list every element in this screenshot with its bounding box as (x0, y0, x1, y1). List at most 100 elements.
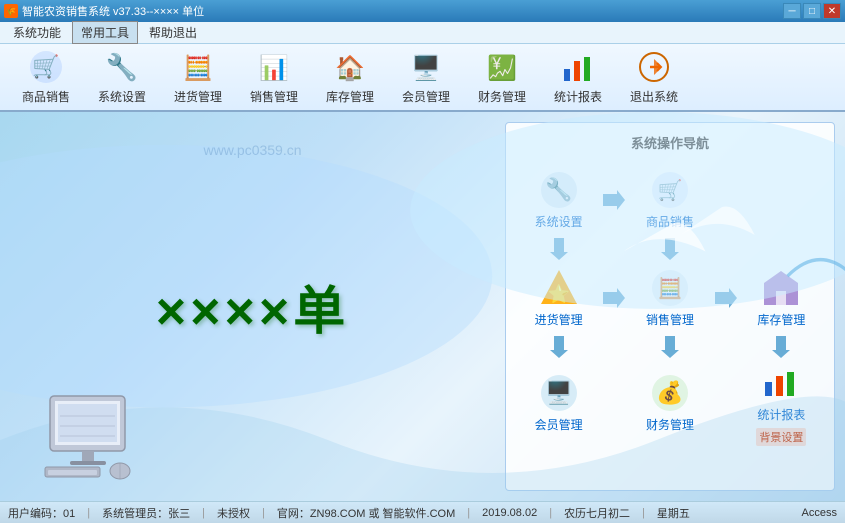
toolbar-btn-exit-label: 退出系统 (630, 88, 678, 105)
toolbar-btn-report[interactable]: 统计报表 (542, 48, 614, 106)
toolbar-btn-finance-label: 财务管理 (478, 88, 526, 105)
nav-panel-title: 系统操作导航 (512, 129, 828, 160)
nav-item-product-sales-label: 商品销售 (646, 213, 694, 230)
minimize-button[interactable]: ─ (783, 3, 801, 19)
title-bar: 🌾 智能农资销售系统 v37.33--×××× 单位 ─ □ ✕ (0, 0, 845, 22)
watermark: www.pc0359.cn (203, 142, 301, 158)
toolbar-btn-member-label: 会员管理 (402, 88, 450, 105)
toolbar: 🛒 商品销售 🔧 系统设置 🧮 进货管理 📊 销售管理 (0, 44, 845, 112)
status-userid: 用户编码：01 (8, 505, 75, 521)
toolbar-btn-finance[interactable]: 💹 财务管理 (466, 48, 538, 106)
svg-text:🖥️: 🖥️ (411, 54, 441, 82)
toolbar-btn-exit[interactable]: 退出系统 (618, 48, 690, 106)
status-date: 2019.08.02 (482, 507, 537, 519)
svg-text:🧮: 🧮 (183, 54, 213, 82)
nav-item-finance-label: 财务管理 (646, 416, 694, 433)
arrow-down-1 (516, 238, 601, 260)
arrow-down-5 (739, 336, 824, 358)
bg-settings-label: 背景设置 (756, 428, 806, 446)
toolbar-btn-settings[interactable]: 🔧 系统设置 (86, 48, 158, 106)
nav-item-report-label: 统计报表 (757, 406, 805, 423)
finance-icon: 💹 (484, 49, 520, 85)
main-area: www.pc0359.cn ××××单 (0, 112, 845, 501)
status-official: 官网：ZN98.COM 或 智能软件.COM (277, 505, 455, 521)
nav-item-finance[interactable]: 💰 财务管理 (627, 367, 712, 439)
toolbar-btn-inventory[interactable]: 🏠 库存管理 (314, 48, 386, 106)
title-bar-left: 🌾 智能农资销售系统 v37.33--×××× 单位 (4, 3, 204, 19)
nav-item-inventory[interactable]: 库存管理 (739, 262, 824, 334)
status-lunar: 农历七月初二 (564, 505, 630, 521)
nav-item-member[interactable]: 🖥️ 会员管理 (516, 367, 601, 439)
toolbar-btn-salesm[interactable]: 📊 销售管理 (238, 48, 310, 106)
svg-text:🏠: 🏠 (335, 55, 365, 82)
nav-item-member-label: 会员管理 (535, 416, 583, 433)
menu-bar: 系统功能 常用工具 帮助退出 (0, 22, 845, 44)
nav-item-inventory-label: 库存管理 (757, 311, 805, 328)
status-auth: 未授权 (217, 505, 250, 521)
toolbar-btn-sales-label: 商品销售 (22, 88, 70, 105)
exit-icon (636, 49, 672, 85)
inventory-nav-icon (761, 268, 801, 308)
title-text: 智能农资销售系统 v37.33--×××× 单位 (22, 3, 204, 19)
status-username: 系统管理员：张三 (102, 505, 190, 521)
svg-text:⭐: ⭐ (547, 283, 569, 304)
toolbar-btn-report-label: 统计报表 (554, 88, 602, 105)
nav-item-settings-label: 系统设置 (535, 213, 583, 230)
maximize-button[interactable]: □ (803, 3, 821, 19)
bg-settings-button[interactable]: 背景设置 (756, 428, 806, 446)
arrow-right-3 (715, 288, 737, 308)
nav-item-purchase[interactable]: ⭐ 进货管理 (516, 262, 601, 334)
menu-item-help[interactable]: 帮助退出 (140, 21, 206, 44)
status-weekday: 星期五 (657, 505, 690, 521)
nav-panel: 系统操作导航 🔧 系统设置 (505, 122, 835, 491)
arrow-right-2 (603, 288, 625, 308)
nav-item-sales-mgmt[interactable]: 🧮 销售管理 (627, 262, 712, 334)
app-icon: 🌾 (4, 4, 18, 18)
svg-text:🛒: 🛒 (32, 54, 59, 79)
report-icon (560, 49, 596, 85)
toolbar-btn-purchase-label: 进货管理 (174, 88, 222, 105)
sales-mgmt-nav-icon: 🧮 (650, 268, 690, 308)
inventory-icon: 🏠 (332, 49, 368, 85)
svg-text:💰: 💰 (656, 380, 683, 406)
left-panel: www.pc0359.cn ××××单 (0, 112, 505, 501)
close-button[interactable]: ✕ (823, 3, 841, 19)
arrow-down-3 (516, 336, 601, 358)
svg-text:🧮: 🧮 (658, 276, 683, 300)
status-dbtype: Access (802, 507, 837, 519)
member-icon: 🖥️ (408, 49, 444, 85)
cart-icon: 🛒 (28, 49, 64, 85)
toolbar-btn-inventory-label: 库存管理 (326, 88, 374, 105)
nav-item-product-sales[interactable]: 🛒 商品销售 (627, 164, 712, 236)
nav-item-sales-mgmt-label: 销售管理 (646, 311, 694, 328)
nav-item-settings[interactable]: 🔧 系统设置 (516, 164, 601, 236)
toolbar-btn-sales[interactable]: 🛒 商品销售 (10, 48, 82, 106)
arrow-down-2 (627, 238, 712, 260)
svg-text:🔧: 🔧 (106, 51, 138, 82)
status-bar: 用户编码：01 | 系统管理员：张三 | 未授权 | 官网：ZN98.COM 或… (0, 501, 845, 523)
svg-text:🔧: 🔧 (545, 176, 572, 202)
main-big-text: ××××单 (156, 269, 349, 344)
svg-text:📊: 📊 (259, 54, 289, 82)
toolbar-btn-purchase[interactable]: 🧮 进货管理 (162, 48, 234, 106)
salesm-icon: 📊 (256, 49, 292, 85)
menu-item-tools[interactable]: 常用工具 (72, 21, 138, 44)
arrow-right-1 (603, 190, 625, 210)
arrow-down-4 (627, 336, 712, 358)
title-controls[interactable]: ─ □ ✕ (783, 3, 841, 19)
svg-text:💹: 💹 (487, 54, 517, 82)
toolbar-btn-member[interactable]: 🖥️ 会员管理 (390, 48, 462, 106)
product-sales-nav-icon: 🛒 (650, 170, 690, 210)
menu-item-system[interactable]: 系统功能 (4, 21, 70, 44)
report-nav-icon (761, 363, 801, 403)
toolbar-btn-salesm-label: 销售管理 (250, 88, 298, 105)
nav-item-report[interactable]: 统计报表 (754, 360, 808, 426)
purchase-nav-icon: ⭐ (539, 268, 579, 308)
settings-icon: 🔧 (104, 49, 140, 85)
nav-item-purchase-label: 进货管理 (535, 311, 583, 328)
computer-illustration (30, 391, 150, 481)
svg-text:🛒: 🛒 (658, 178, 683, 202)
member-nav-icon: 🖥️ (539, 373, 579, 413)
finance-nav-icon: 💰 (650, 373, 690, 413)
settings-nav-icon: 🔧 (539, 170, 579, 210)
